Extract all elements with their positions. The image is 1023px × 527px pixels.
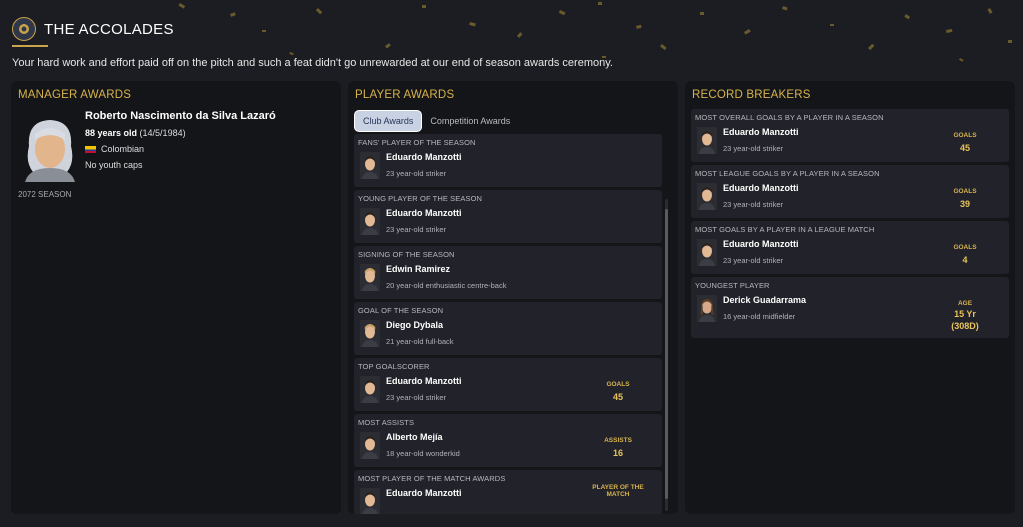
player-avatar xyxy=(360,320,380,347)
manager-name[interactable]: Roberto Nascimento da Silva Lazaró xyxy=(85,110,276,122)
award-tabs: Club Awards Competition Awards xyxy=(354,110,518,132)
player-description: 23 year-old striker xyxy=(723,200,784,209)
stat-label: GOALS xyxy=(953,188,977,195)
player-name[interactable]: Diego Dybala xyxy=(386,320,443,330)
player-description: 20 year-old enthusiastic centre-back xyxy=(386,281,507,290)
tab-club-awards[interactable]: Club Awards xyxy=(354,110,423,132)
scrollbar-thumb[interactable] xyxy=(665,209,668,499)
stat-value: 16 xyxy=(612,448,623,458)
player-avatar xyxy=(360,264,380,291)
stat-label: PLAYER OF THE MATCH xyxy=(592,484,644,498)
award-card[interactable]: MOST ASSISTS Alberto Mejía 18 year-old w… xyxy=(354,414,662,467)
award-card[interactable]: MOST GOALS BY A PLAYER IN A LEAGUE MATCH… xyxy=(691,221,1009,274)
player-name[interactable]: Edwin Ramirez xyxy=(386,264,450,274)
award-title: YOUNGEST PLAYER xyxy=(695,281,770,290)
panel-heading: RECORD BREAKERS xyxy=(692,89,811,101)
scrollbar[interactable] xyxy=(665,199,668,511)
panel-heading: MANAGER AWARDS xyxy=(18,89,132,101)
player-description: 23 year-old striker xyxy=(386,169,447,178)
player-name[interactable]: Eduardo Manzotti xyxy=(386,152,462,162)
manager-age: 88 years old (14/5/1984) xyxy=(85,128,186,138)
nationality-label: Colombian xyxy=(101,144,145,154)
stat-label: GOALS xyxy=(953,244,977,251)
stat-value: 45 xyxy=(612,392,623,402)
player-name[interactable]: Derick Guadarrama xyxy=(723,295,806,305)
page-title: THE ACCOLADES xyxy=(44,20,174,38)
tab-competition-awards[interactable]: Competition Awards xyxy=(422,111,518,131)
player-description: 18 year-old wonderkid xyxy=(386,449,460,458)
award-title: TOP GOALSCORER xyxy=(358,362,430,371)
player-name[interactable]: Eduardo Manzotti xyxy=(386,208,462,218)
player-name[interactable]: Eduardo Manzotti xyxy=(386,488,462,498)
player-description: 23 year-old striker xyxy=(386,393,447,402)
stat-value: 15 Yr (308D) xyxy=(951,309,979,331)
player-avatar xyxy=(697,295,717,322)
player-description: 16 year-old midfielder xyxy=(723,312,796,321)
panel-heading: PLAYER AWARDS xyxy=(355,89,455,101)
player-name[interactable]: Eduardo Manzotti xyxy=(386,376,462,386)
stat-label: GOALS xyxy=(606,381,630,388)
manager-nationality: Colombian xyxy=(85,144,144,154)
manager-age-years: 88 years old xyxy=(85,128,138,138)
award-title: FANS' PLAYER OF THE SEASON xyxy=(358,138,476,147)
award-title: SIGNING OF THE SEASON xyxy=(358,250,455,259)
player-avatar xyxy=(360,208,380,235)
stat-value: 39 xyxy=(959,199,970,209)
stat-label: ASSISTS xyxy=(604,437,632,444)
award-card[interactable]: FANS' PLAYER OF THE SEASON Eduardo Manzo… xyxy=(354,134,662,187)
player-avatar xyxy=(360,432,380,459)
award-title: MOST ASSISTS xyxy=(358,418,415,427)
season-label: 2072 SEASON xyxy=(18,190,72,199)
award-card[interactable]: TOP GOALSCORER Eduardo Manzotti 23 year-… xyxy=(354,358,662,411)
player-description: 23 year-old striker xyxy=(386,225,447,234)
award-card[interactable]: YOUNGEST PLAYER Derick Guadarrama 16 yea… xyxy=(691,277,1009,338)
player-awards-panel: PLAYER AWARDS Club Awards Competition Aw… xyxy=(348,81,678,514)
award-title: GOAL OF THE SEASON xyxy=(358,306,444,315)
player-name[interactable]: Eduardo Manzotti xyxy=(723,239,799,249)
page-header: THE ACCOLADES xyxy=(12,17,174,41)
award-card[interactable]: YOUNG PLAYER OF THE SEASON Eduardo Manzo… xyxy=(354,190,662,243)
award-card[interactable]: GOAL OF THE SEASON Diego Dybala 21 year-… xyxy=(354,302,662,355)
player-avatar xyxy=(697,127,717,154)
player-description: 23 year-old striker xyxy=(723,144,784,153)
player-avatar xyxy=(360,488,380,514)
award-card[interactable]: MOST PLAYER OF THE MATCH AWARDS Eduardo … xyxy=(354,470,662,514)
award-title: MOST OVERALL GOALS BY A PLAYER IN A SEAS… xyxy=(695,113,884,122)
player-name[interactable]: Eduardo Manzotti xyxy=(723,127,799,137)
stat-value: 4 xyxy=(962,255,968,265)
player-avatar xyxy=(360,152,380,179)
stat-label: GOALS xyxy=(953,132,977,139)
player-name[interactable]: Alberto Mejía xyxy=(386,432,443,442)
colombia-flag-icon xyxy=(85,145,96,153)
page-subtitle: Your hard work and effort paid off on th… xyxy=(12,57,613,69)
award-title: MOST LEAGUE GOALS BY A PLAYER IN A SEASO… xyxy=(695,169,880,178)
manager-caps: No youth caps xyxy=(85,160,143,170)
manager-portrait xyxy=(25,120,75,182)
award-title: YOUNG PLAYER OF THE SEASON xyxy=(358,194,483,203)
stat-label: AGE xyxy=(957,300,973,307)
player-name[interactable]: Eduardo Manzotti xyxy=(723,183,799,193)
manager-dob: (14/5/1984) xyxy=(139,128,186,138)
player-avatar xyxy=(697,183,717,210)
club-crest-icon xyxy=(12,17,36,41)
player-description: 21 year-old full-back xyxy=(386,337,454,346)
stat-value: 45 xyxy=(959,143,970,153)
award-card[interactable]: MOST LEAGUE GOALS BY A PLAYER IN A SEASO… xyxy=(691,165,1009,218)
manager-awards-panel: MANAGER AWARDS Roberto Nascimento da Sil… xyxy=(11,81,341,514)
record-breakers-panel: RECORD BREAKERS MOST OVERALL GOALS BY A … xyxy=(685,81,1015,514)
player-avatar xyxy=(697,239,717,266)
award-card[interactable]: SIGNING OF THE SEASON Edwin Ramirez 20 y… xyxy=(354,246,662,299)
award-title: MOST PLAYER OF THE MATCH AWARDS xyxy=(358,474,506,483)
player-description: 23 year-old striker xyxy=(723,256,784,265)
award-card[interactable]: MOST OVERALL GOALS BY A PLAYER IN A SEAS… xyxy=(691,109,1009,162)
player-avatar xyxy=(360,376,380,403)
award-title: MOST GOALS BY A PLAYER IN A LEAGUE MATCH xyxy=(695,225,875,234)
title-underline xyxy=(12,45,48,47)
